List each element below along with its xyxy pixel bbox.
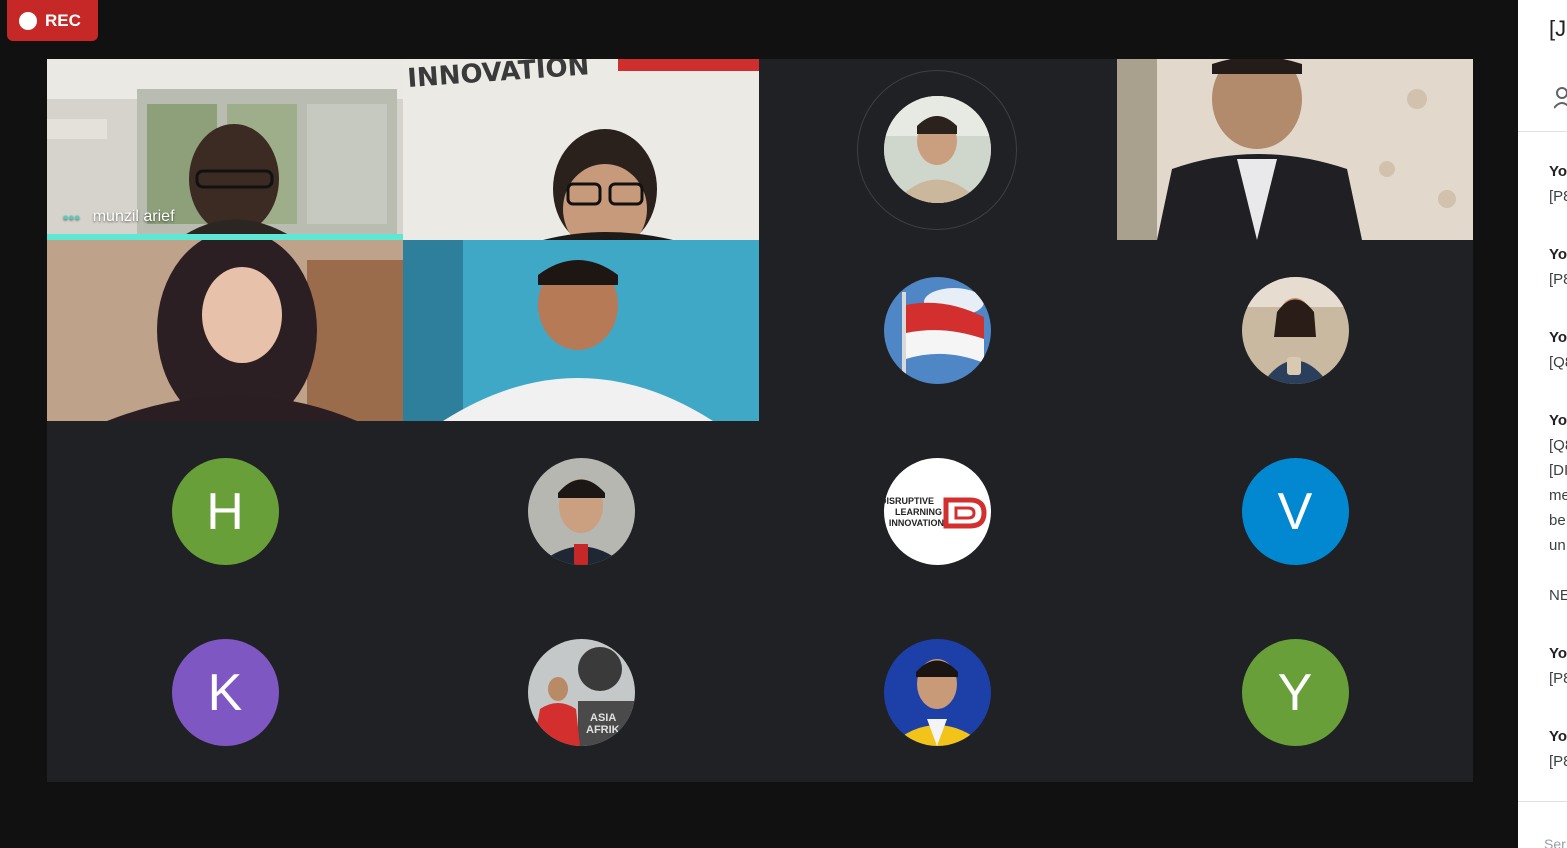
participant-grid: ••• munzil arief INNOVATION H DISRUPTIVE…	[47, 59, 1473, 782]
monument-text-2: AFRIK	[586, 724, 620, 736]
participant-tile-avatar-5[interactable]: ASIA AFRIK	[403, 602, 759, 783]
chat-message-text: [DI	[1549, 462, 1567, 479]
recording-label: REC	[45, 10, 81, 30]
chat-message-text: be	[1549, 512, 1566, 529]
disruptive-learning-logo-icon: DISRUPTIVE LEARNING INNOVATION	[883, 458, 991, 565]
participant-tile-avatar-4[interactable]	[403, 421, 759, 602]
avatar-letter: K	[207, 663, 243, 722]
chat-message-text: [Q8	[1549, 437, 1567, 454]
letter-avatar-h: H	[171, 458, 279, 565]
avatar-letter: Y	[1277, 663, 1313, 722]
participant-video-speaker[interactable]: ••• munzil arief	[47, 59, 403, 240]
participant-video-hijab[interactable]	[47, 240, 403, 421]
chat-message-text: un	[1549, 537, 1566, 554]
people-icon[interactable]	[1554, 86, 1567, 110]
logo-line-2: LEARNING	[895, 507, 942, 517]
logo-line-3: INNOVATION	[888, 518, 943, 528]
avatar-letter: V	[1277, 482, 1313, 541]
monument-text-1: ASIA	[590, 712, 616, 724]
input-divider	[1518, 801, 1567, 802]
chat-message-sender: Yo	[1549, 246, 1567, 263]
participant-tile-y[interactable]: Y	[1117, 602, 1473, 783]
woman-holding-drink-photo-icon	[1241, 277, 1349, 384]
panel-title: [J	[1549, 16, 1567, 41]
chat-message-sender: Yo	[1549, 645, 1567, 662]
man-yellow-jacket-photo-icon	[883, 639, 991, 746]
letter-avatar-k: K	[171, 639, 279, 746]
avatar-letter: H	[206, 482, 244, 541]
participant-video-blue[interactable]	[403, 240, 759, 421]
participant-tile-avatar-3[interactable]	[1117, 240, 1473, 421]
chat-message-sender: Yo	[1549, 163, 1567, 180]
panel-divider	[1518, 131, 1567, 132]
speaker-name-tag: ••• munzil arief	[63, 208, 175, 226]
participant-tile-logo[interactable]: DISRUPTIVE LEARNING INNOVATION	[759, 421, 1115, 602]
chat-side-panel: [J Yo [P8 Yo [P8 Yo [Q8 Yo [Q8 [DI me be…	[1518, 0, 1567, 848]
suit-video-frame	[1117, 59, 1473, 240]
participant-tile-avatar-1[interactable]	[759, 59, 1115, 240]
chat-message-text: [P8	[1549, 670, 1567, 687]
participant-tile-avatar-6[interactable]	[759, 602, 1115, 783]
record-dot-icon	[19, 11, 37, 30]
chat-message-text: [P8	[1549, 271, 1567, 288]
participant-tile-avatar-2[interactable]	[759, 240, 1115, 421]
asia-afrika-monument-photo-icon: ASIA AFRIK	[527, 639, 635, 746]
chat-message-text: [P8	[1549, 188, 1567, 205]
hijab-video-frame	[47, 240, 403, 421]
audio-activity-icon: •••	[63, 209, 81, 225]
letter-avatar-v: V	[1241, 458, 1349, 565]
man-in-jacket-photo-icon	[883, 96, 991, 203]
recording-badge: REC	[7, 0, 98, 41]
chat-message-text: [P8	[1549, 753, 1567, 770]
participant-video-innovation[interactable]: INNOVATION	[403, 59, 759, 240]
letter-avatar-y: Y	[1241, 639, 1349, 746]
participant-tile-h[interactable]: H	[47, 421, 403, 602]
young-man-portrait-photo-icon	[527, 458, 635, 565]
chat-message-sender: Yo	[1549, 329, 1567, 346]
chat-message-sender: Yo	[1549, 728, 1567, 745]
chat-message-sender: Yo	[1549, 412, 1567, 429]
meeting-stage: REC ••• munzil arief INNOVATION H DISRUP…	[0, 0, 1518, 848]
blue-video-frame	[403, 240, 759, 421]
chat-input[interactable]: Ser	[1544, 836, 1566, 848]
participant-tile-k[interactable]: K	[47, 602, 403, 783]
participant-video-suit[interactable]	[1117, 59, 1473, 240]
participant-tile-v[interactable]: V	[1117, 421, 1473, 602]
chat-message-text: me	[1549, 487, 1567, 504]
innovation-video-frame: INNOVATION	[403, 59, 759, 240]
speaker-name: munzil arief	[92, 208, 175, 225]
chat-message-text: NE	[1549, 587, 1567, 604]
chat-message-text: [Q8	[1549, 354, 1567, 371]
indonesia-flag-photo-icon	[883, 277, 991, 384]
logo-line-1: DISRUPTIVE	[884, 496, 934, 506]
